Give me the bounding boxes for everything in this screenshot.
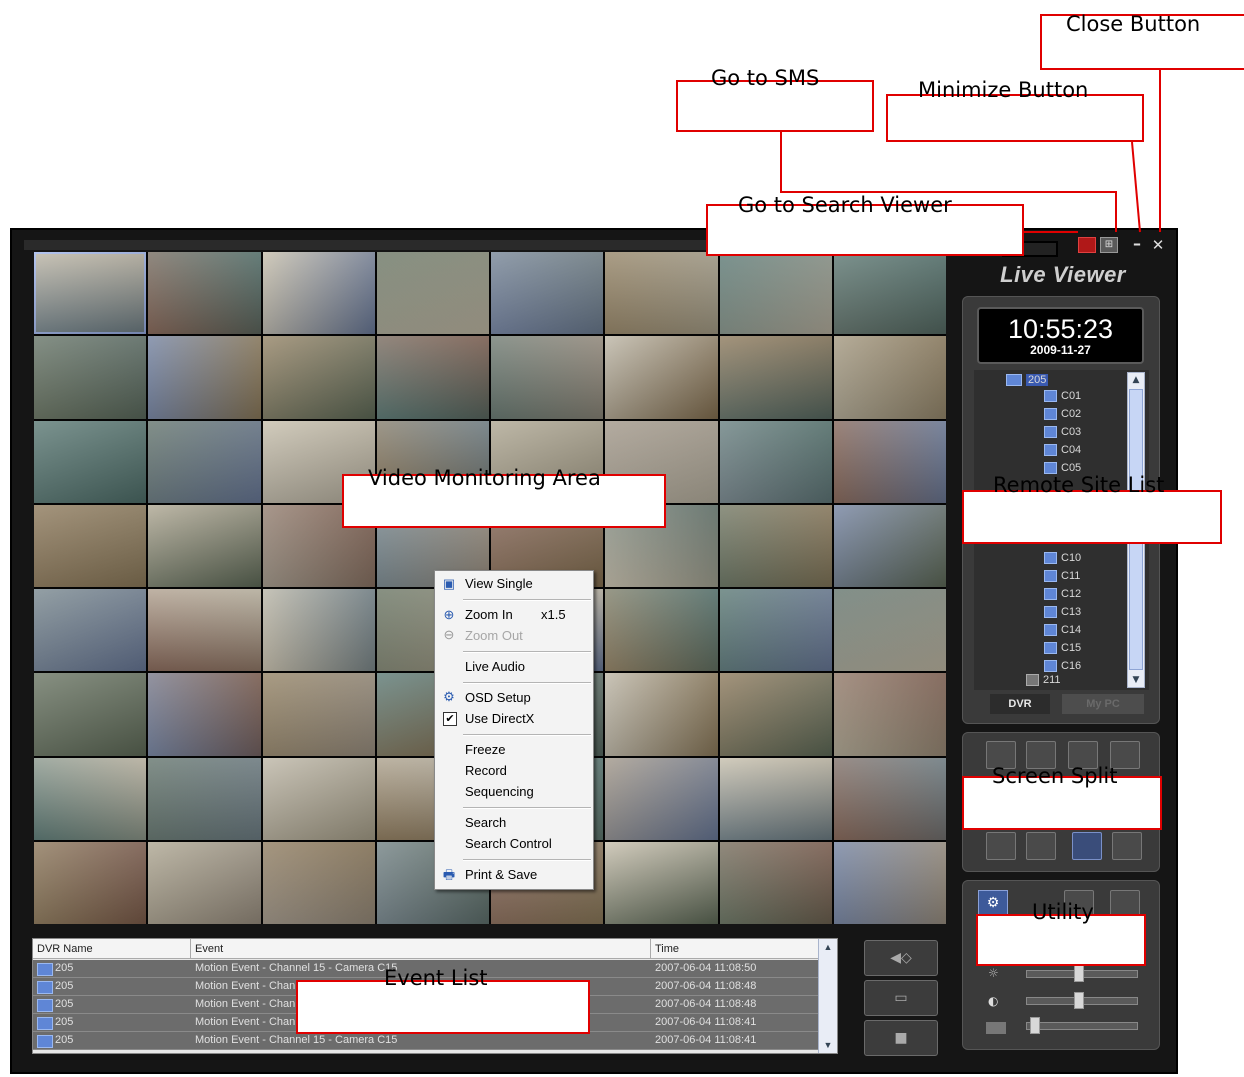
remote-site-label: Remote Site List xyxy=(993,473,1165,497)
minimize-label: Minimize Button xyxy=(918,78,1089,102)
close-button-label: Close Button xyxy=(1066,12,1201,36)
remote-site-callout xyxy=(962,490,1222,544)
event-list-label: Event List xyxy=(384,966,488,990)
sms-label: Go to SMS xyxy=(711,66,820,90)
search-viewer-label: Go to Search Viewer xyxy=(738,193,952,217)
utility-label: Utility xyxy=(1032,900,1094,924)
screen-split-label: Screen Split xyxy=(992,764,1118,788)
video-area-label: Video Monitoring Area xyxy=(368,466,601,490)
